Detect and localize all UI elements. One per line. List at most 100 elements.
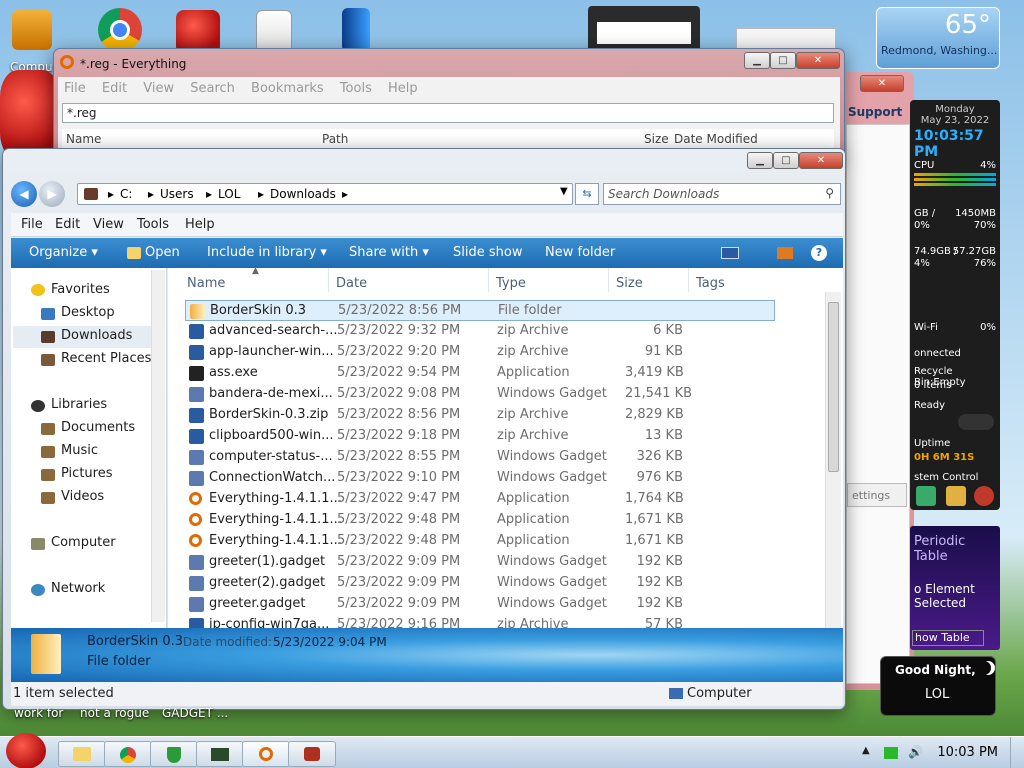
slide-show-button[interactable]: Slide show: [453, 245, 522, 260]
refresh-icon[interactable]: ⇆: [575, 183, 599, 205]
desktop-icon-computer[interactable]: [6, 10, 58, 50]
forward-button[interactable]: ▶: [39, 181, 65, 207]
column-header-name[interactable]: Name: [187, 276, 225, 291]
everything-menu-tools[interactable]: Tools: [340, 81, 372, 96]
column-header-tags[interactable]: Tags: [696, 276, 725, 291]
nav-desktop[interactable]: Desktop: [61, 305, 115, 320]
desktop-icon-blue[interactable]: [330, 8, 382, 52]
taskbar-clock[interactable]: 10:03 PM: [937, 745, 998, 760]
column-header-type[interactable]: Type: [496, 276, 526, 291]
everything-menu-file[interactable]: File: [64, 81, 86, 96]
menu-help[interactable]: Help: [185, 217, 215, 232]
address-bar[interactable]: C: Users LOL Downloads ▸ ▸ ▸ ▸ ▸ ▼: [77, 183, 573, 205]
help-icon[interactable]: ?: [811, 245, 827, 261]
file-row[interactable]: Everything-1.4.1.1... 5/23/2022 9:48 PM Ap…: [185, 531, 775, 552]
breadcrumb-lol[interactable]: LOL: [218, 187, 240, 201]
back-button[interactable]: ◀: [11, 181, 37, 207]
start-button[interactable]: [6, 733, 46, 768]
nav-videos[interactable]: Videos: [61, 489, 104, 504]
lock-icon[interactable]: [946, 486, 966, 506]
file-row[interactable]: clipboard500-win... 5/23/2022 9:18 PM zip …: [185, 426, 775, 447]
taskbar-everything[interactable]: [242, 741, 290, 767]
nav-computer[interactable]: Computer: [51, 535, 116, 550]
preview-pane-icon[interactable]: [777, 247, 793, 259]
include-in-library-button[interactable]: Include in library ▾: [207, 245, 327, 260]
nav-music[interactable]: Music: [61, 443, 98, 458]
file-row[interactable]: BorderSkin 0.3 5/23/2022 8:56 PM File fold…: [185, 300, 775, 321]
everything-menu-search[interactable]: Search: [190, 81, 235, 96]
taskbar-app-4[interactable]: [196, 741, 244, 767]
file-row[interactable]: ip-config-win7ga... 5/23/2022 9:16 PM zip …: [185, 615, 775, 628]
taskbar-app-6[interactable]: [288, 741, 336, 767]
nav-documents[interactable]: Documents: [61, 420, 135, 435]
column-header-date[interactable]: Date: [336, 276, 367, 291]
file-row[interactable]: ConnectionWatch... 5/23/2022 9:10 PM Windo…: [185, 468, 775, 489]
nav-network[interactable]: Network: [51, 581, 105, 596]
everything-col-name[interactable]: Name: [66, 132, 101, 146]
chevron-down-icon[interactable]: ▼: [560, 186, 568, 197]
weather-gadget[interactable]: 65° Redmond, Washing...: [876, 7, 1000, 69]
nav-scrollbar[interactable]: [151, 270, 165, 622]
explorer-close-button[interactable]: ✕: [799, 152, 843, 169]
support-settings-button[interactable]: ettings: [847, 483, 907, 507]
breadcrumb-users[interactable]: Users: [160, 187, 194, 201]
everything-menu-view[interactable]: View: [143, 81, 174, 96]
explorer-window[interactable]: ▁ □ ✕ ◀ ▶ C: Users LOL Downloads ▸ ▸ ▸ ▸…: [2, 148, 846, 710]
taskbar-explorer[interactable]: [58, 741, 106, 767]
support-window[interactable]: ✕ Support ettings: [838, 72, 914, 690]
nav-recent-places[interactable]: Recent Places: [61, 351, 151, 366]
nav-downloads[interactable]: Downloads: [61, 328, 132, 343]
organize-button[interactable]: Organize ▾: [29, 245, 98, 260]
taskbar-chrome[interactable]: [104, 741, 152, 767]
everything-minimize-button[interactable]: ▁: [744, 52, 770, 69]
share-with-button[interactable]: Share with ▾: [349, 245, 429, 260]
gadget-slideshow[interactable]: [588, 6, 700, 52]
everything-col-date[interactable]: Date Modified: [674, 132, 758, 146]
nav-libraries[interactable]: Libraries: [51, 397, 107, 412]
everything-search-input[interactable]: *.reg: [62, 103, 834, 123]
show-table-button[interactable]: how Table: [912, 630, 984, 646]
everything-window[interactable]: *.reg - Everything ▁ □ ✕ File Edit View …: [53, 48, 845, 158]
everything-maximize-button[interactable]: □: [770, 52, 796, 69]
volume-icon[interactable]: [958, 414, 994, 430]
file-row[interactable]: Everything-1.4.1.1... 5/23/2022 9:47 PM Ap…: [185, 489, 775, 510]
file-row[interactable]: BorderSkin-0.3.zip 5/23/2022 8:56 PM zip A…: [185, 405, 775, 426]
new-folder-button[interactable]: New folder: [545, 245, 615, 260]
file-row[interactable]: advanced-search-... 5/23/2022 9:32 PM zip …: [185, 321, 775, 342]
file-list-scrollbar[interactable]: [825, 292, 841, 628]
settings-icon[interactable]: [916, 486, 936, 506]
menu-edit[interactable]: Edit: [55, 217, 80, 232]
everything-menu-help[interactable]: Help: [388, 81, 418, 96]
explorer-minimize-button[interactable]: ▁: [747, 152, 773, 169]
show-desktop-button[interactable]: [1010, 737, 1024, 768]
file-row[interactable]: computer-status-... 5/23/2022 8:55 PM Wind…: [185, 447, 775, 468]
view-options-icon[interactable]: [721, 247, 739, 259]
greeter-gadget[interactable]: Good Night, LOL: [880, 656, 996, 716]
breadcrumb-downloads[interactable]: Downloads: [270, 187, 336, 201]
nav-pictures[interactable]: Pictures: [61, 466, 112, 481]
open-button[interactable]: Open: [145, 245, 180, 260]
file-row[interactable]: greeter(2).gadget 5/23/2022 9:09 PM Window…: [185, 573, 775, 594]
file-row[interactable]: ass.exe 5/23/2022 9:54 PM Application 3,419…: [185, 363, 775, 384]
support-close-button[interactable]: ✕: [860, 75, 904, 92]
tray-expand-icon[interactable]: ▲: [862, 745, 870, 756]
everything-menu-edit[interactable]: Edit: [102, 81, 127, 96]
file-row[interactable]: greeter(1).gadget 5/23/2022 9:09 PM Window…: [185, 552, 775, 573]
column-header-size[interactable]: Size: [616, 276, 643, 291]
file-row[interactable]: bandera-de-mexi... 5/23/2022 9:08 PM Windo…: [185, 384, 775, 405]
desktop-icon-chrome[interactable]: [94, 8, 146, 52]
everything-col-size[interactable]: Size: [644, 132, 669, 146]
search-input[interactable]: Search Downloads ⚲: [603, 183, 841, 205]
menu-tools[interactable]: Tools: [137, 217, 169, 232]
everything-close-button[interactable]: ✕: [796, 52, 840, 69]
power-icon[interactable]: [974, 486, 994, 506]
scrollbar-thumb[interactable]: [828, 302, 839, 472]
file-row[interactable]: greeter.gadget 5/23/2022 9:09 PM Windows G…: [185, 594, 775, 615]
everything-menu-bookmarks[interactable]: Bookmarks: [251, 81, 324, 96]
explorer-maximize-button[interactable]: □: [773, 152, 799, 169]
menu-file[interactable]: File: [21, 217, 43, 232]
everything-col-path[interactable]: Path: [322, 132, 348, 146]
taskbar-security[interactable]: [150, 741, 198, 767]
breadcrumb-c[interactable]: C:: [120, 187, 132, 201]
file-row[interactable]: app-launcher-win... 5/23/2022 9:20 PM zip …: [185, 342, 775, 363]
